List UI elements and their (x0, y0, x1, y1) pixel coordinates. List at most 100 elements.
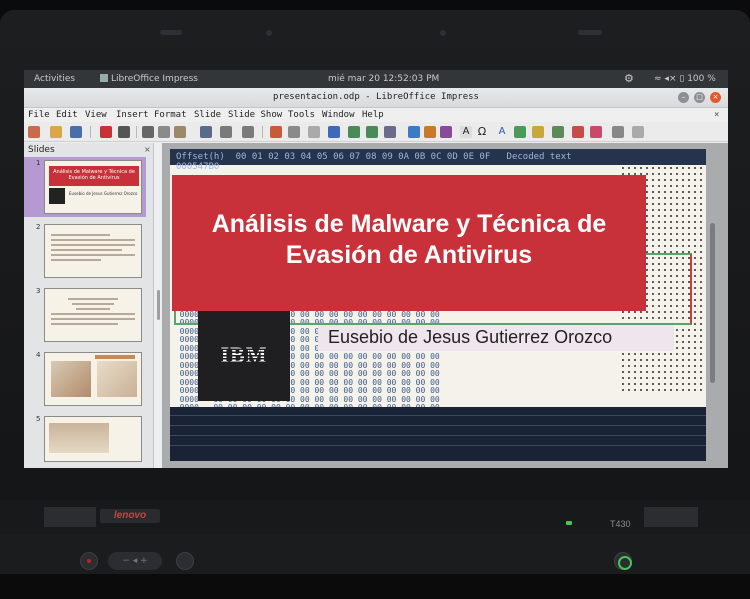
thumb-heading (95, 355, 135, 359)
special-character-icon[interactable]: Ω (476, 126, 488, 138)
clone-formatting-icon[interactable] (200, 126, 212, 138)
slide-workspace: 0000 00 00 00 00 00 00 00 00 00 00 00 00… (162, 143, 728, 468)
thinkvantage-button[interactable] (176, 552, 194, 570)
bezel-latch (160, 30, 182, 35)
display-views-icon[interactable] (308, 126, 320, 138)
hex-header: Offset(h) 00 01 02 03 04 05 06 07 08 09 … (170, 149, 706, 172)
slide-number: 4 (36, 351, 41, 359)
menu-help[interactable]: Help (362, 110, 384, 120)
menu-file[interactable]: File (28, 110, 50, 120)
slides-pane-scrollbar[interactable] (157, 290, 160, 320)
slide-author[interactable]: Eusebio de Jesus Gutierrez Orozco (318, 325, 674, 351)
start-from-first-icon[interactable] (348, 126, 360, 138)
spelling-icon[interactable] (270, 126, 282, 138)
paste-icon[interactable] (174, 126, 186, 138)
menu-slide-show[interactable]: Slide Show (228, 110, 282, 120)
open-icon[interactable] (50, 126, 62, 138)
slide-thumbnail-1[interactable]: 1 Análisis de Malware y Técnica de Evasi… (24, 157, 146, 217)
wifi-icon: ≈ (654, 74, 662, 84)
workspace-scrollbar[interactable] (710, 223, 715, 383)
slide-preview (44, 224, 142, 278)
menu-edit[interactable]: Edit (56, 110, 78, 120)
app-menu[interactable]: LibreOffice Impress (100, 74, 198, 84)
mute-mic-button[interactable] (80, 552, 98, 570)
laptop-bezel: Activities LibreOffice Impress mié mar 2… (0, 10, 750, 530)
thumb-image (51, 361, 91, 397)
close-document-icon[interactable]: × (714, 110, 719, 120)
thumb-text-lines (51, 231, 135, 264)
slide-preview: Análisis de Malware y Técnica de Evasión… (44, 160, 142, 214)
battery-icon: ▯ (679, 74, 685, 84)
slide-thumbnail-2[interactable]: 2 (24, 221, 146, 281)
hinge-right (644, 507, 698, 527)
lines-icon[interactable] (532, 126, 544, 138)
copy-icon[interactable] (158, 126, 170, 138)
current-slide[interactable]: 0000 00 00 00 00 00 00 00 00 00 00 00 00… (170, 149, 706, 461)
menu-slide[interactable]: Slide (194, 110, 221, 120)
media-icon[interactable] (440, 126, 452, 138)
system-tray[interactable]: ≈ ◂× ▯ 100 % (654, 74, 716, 84)
sensor-dot (440, 30, 446, 36)
3d-objects-icon[interactable] (612, 126, 624, 138)
text-box-icon[interactable]: A (460, 126, 472, 138)
image-icon[interactable] (408, 126, 420, 138)
gear-icon[interactable]: ⚙ (624, 72, 634, 85)
hyperlink-icon[interactable] (514, 126, 526, 138)
hex-column-header: Offset(h) 00 01 02 03 04 05 06 07 08 09 … (176, 152, 572, 162)
volume-rocker[interactable]: − ◂ + (108, 552, 162, 570)
hinge-left (44, 507, 96, 527)
window-titlebar[interactable]: presentacion.odp - LibreOffice Impress –… (24, 88, 728, 108)
new-icon[interactable] (28, 126, 40, 138)
menu-insert[interactable]: Insert (116, 110, 149, 120)
thumb-logo-block (49, 188, 65, 204)
menu-window[interactable]: Window (322, 110, 355, 120)
activities-button[interactable]: Activities (34, 74, 75, 84)
close-icon[interactable]: × (710, 92, 721, 103)
export-pdf-icon[interactable] (100, 126, 112, 138)
hex-first-offset: 000547B0 (176, 162, 220, 172)
slide-number: 2 (36, 223, 41, 231)
menu-format[interactable]: Format (154, 110, 187, 120)
bezel-latch-right (578, 30, 602, 35)
undo-icon[interactable] (220, 126, 232, 138)
slide-title[interactable]: Análisis de Malware y Técnica de Evasión… (172, 175, 646, 311)
toolbar-overflow-icon[interactable] (632, 126, 644, 138)
slide-thumbnail-3[interactable]: 3 (24, 285, 146, 345)
start-from-current-icon[interactable] (366, 126, 378, 138)
volume-icon: ◂× (664, 74, 677, 84)
lenovo-logo: lenovo (100, 509, 160, 523)
standard-toolbar: A Ω A (24, 122, 728, 142)
window-title: presentacion.odp - LibreOffice Impress (273, 92, 479, 102)
master-slide-icon[interactable] (328, 126, 340, 138)
clock[interactable]: mié mar 20 12:52:03 PM (328, 74, 439, 84)
slide-footer-band (170, 407, 706, 461)
table-icon[interactable] (384, 126, 396, 138)
slides-pane-close-icon[interactable]: × (144, 145, 151, 154)
chart-icon[interactable] (424, 126, 436, 138)
maximize-icon[interactable]: □ (694, 92, 705, 103)
slide-preview (44, 416, 142, 462)
minimize-icon[interactable]: – (678, 92, 689, 103)
slide-preview (44, 288, 142, 342)
fontwork-icon[interactable]: A (496, 126, 508, 138)
impress-app-icon (100, 74, 108, 82)
slides-pane: Slides × 1 Análisis de Malware y Técnica… (24, 143, 154, 468)
menu-view[interactable]: View (85, 110, 107, 120)
slide-preview (44, 352, 142, 406)
power-button[interactable] (614, 552, 632, 570)
shapes-icon[interactable] (552, 126, 564, 138)
menu-bar: File Edit View Insert Format Slide Slide… (24, 108, 728, 122)
connectors-icon[interactable] (572, 126, 584, 138)
grid-icon[interactable] (288, 126, 300, 138)
slide-number: 5 (36, 415, 41, 423)
basic-shapes-icon[interactable] (590, 126, 602, 138)
slide-thumbnail-4[interactable]: 4 (24, 349, 146, 409)
laptop-screen: Activities LibreOffice Impress mié mar 2… (24, 70, 728, 468)
menu-tools[interactable]: Tools (288, 110, 315, 120)
print-icon[interactable] (118, 126, 130, 138)
redo-icon[interactable] (242, 126, 254, 138)
save-icon[interactable] (70, 126, 82, 138)
slides-pane-title: Slides (28, 145, 55, 155)
cut-icon[interactable] (142, 126, 154, 138)
slide-thumbnail-5[interactable]: 5 (24, 413, 146, 463)
